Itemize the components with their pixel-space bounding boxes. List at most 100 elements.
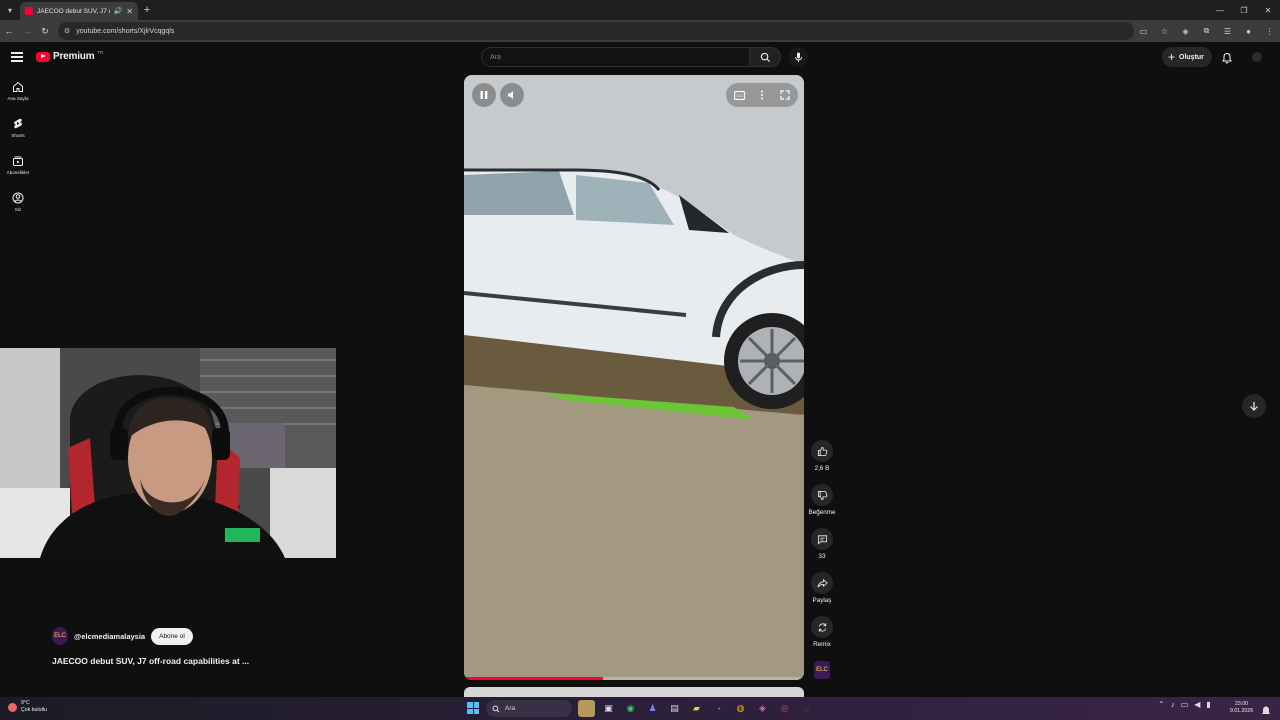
discord-app-icon[interactable]: ◈ (754, 700, 771, 717)
task-view-icon[interactable]: ▣ (600, 700, 617, 717)
share-icon (817, 578, 828, 587)
dislike-button[interactable] (811, 484, 833, 506)
notification-center-icon[interactable] (1262, 703, 1270, 720)
mic-tray-icon[interactable]: ♪ (1171, 700, 1175, 709)
create-label: Oluştur (1179, 53, 1204, 61)
obs-app-icon[interactable]: ◌ (798, 700, 815, 717)
account-avatar[interactable] (1252, 52, 1262, 62)
tab-audio-icon[interactable]: 🔊 (114, 7, 123, 15)
channel-row: ELC @elcmediamalaysia Abone ol (52, 627, 193, 645)
create-button[interactable]: + Oluştur (1162, 47, 1212, 67)
remix-button[interactable] (811, 616, 833, 638)
recording-app-icon[interactable]: ◎ (776, 700, 793, 717)
temperature: 9°C (21, 700, 30, 706)
svg-text:CC: CC (736, 93, 742, 98)
notepad-app-icon[interactable]: ▤ (666, 700, 683, 717)
browser-toolbar-icons: ▭ ☆ ◈ ⧉ ☰ ● ⋮ (1133, 20, 1280, 42)
sidebar-item-you[interactable]: Siz (0, 187, 36, 224)
plus-icon: + (1168, 49, 1176, 64)
window-controls: — ❐ ✕ (1208, 0, 1280, 20)
clock-time: 23:00 (1235, 701, 1249, 707)
dislike-action: Beğenme (806, 484, 838, 516)
streamer-webcam-image (0, 348, 336, 558)
remix-label: Remix (813, 641, 831, 648)
brand-label: Premium (53, 51, 95, 62)
more-options-icon[interactable] (760, 90, 764, 100)
shorts-video-player[interactable]: CC (464, 75, 804, 680)
widgets-app-icon[interactable] (578, 700, 595, 717)
notifications-button[interactable] (1221, 51, 1233, 69)
reload-icon[interactable]: ↻ (36, 20, 54, 42)
tab-search-icon[interactable]: ▾ (0, 0, 20, 20)
forward-icon[interactable]: → (18, 20, 36, 42)
reading-list-icon[interactable]: ☰ (1217, 27, 1238, 36)
xbox-app-icon[interactable]: ◉ (622, 700, 639, 717)
like-count: 2,6 B (814, 465, 830, 472)
sidebar-item-label: Shorts (11, 133, 25, 138)
youtube-logo[interactable]: Premium TR (36, 50, 103, 62)
new-tab-button[interactable]: + (138, 4, 156, 16)
maximize-icon[interactable]: ❐ (1232, 0, 1256, 20)
subscribe-button[interactable]: Abone ol (151, 627, 193, 645)
bookmark-star-icon[interactable]: ☆ (1154, 27, 1175, 36)
share-button[interactable] (811, 572, 833, 594)
search-icon (760, 52, 770, 62)
volume-button[interactable] (500, 83, 524, 107)
sidebar-item-label: Siz (14, 207, 22, 212)
video-progress-bar[interactable] (464, 677, 804, 680)
voice-search-button[interactable] (788, 47, 808, 67)
extensions-icon[interactable]: ⧉ (1196, 26, 1217, 36)
speaker-icon[interactable]: ◀ (1194, 700, 1200, 709)
shield-icon[interactable]: ◈ (1175, 27, 1196, 36)
teams-app-icon[interactable]: ♟ (644, 700, 661, 717)
browser-tab[interactable]: JAECOO debut SUV, J7 off- 🔊 ✕ (20, 2, 138, 20)
taskbar-search[interactable]: Ara (486, 700, 572, 717)
pause-icon (480, 91, 488, 99)
back-icon[interactable]: ← (0, 20, 18, 42)
captions-icon[interactable]: CC (733, 90, 745, 100)
battery-icon[interactable]: ▮ (1206, 700, 1210, 709)
video-progress-fill (464, 677, 604, 680)
taskbar-apps: ▣ ◉ ♟ ▤ ▰ ◔ ◍ ◈ ◎ ◌ (578, 700, 815, 717)
file-explorer-icon[interactable]: ▰ (688, 700, 705, 717)
next-short-button[interactable] (1242, 394, 1266, 418)
comments-action: 33 (806, 528, 838, 560)
close-window-icon[interactable]: ✕ (1256, 0, 1280, 20)
pause-button[interactable] (472, 83, 496, 107)
sidebar-item-home[interactable]: Ana Sayfa (0, 76, 36, 113)
search-input[interactable] (481, 47, 749, 67)
video-frame-suv (464, 75, 804, 680)
webcam-overlay (0, 348, 336, 558)
share-label: Paylaş (812, 597, 832, 604)
dislike-label: Beğenme (808, 509, 836, 516)
remix-icon (818, 622, 826, 632)
like-button[interactable] (811, 440, 833, 462)
edge-browser-icon[interactable]: ◔ (710, 700, 727, 717)
sidebar-item-shorts[interactable]: Shorts (0, 113, 36, 150)
weather-widget[interactable]: 9°C Çok bulutlu (8, 700, 47, 714)
channel-avatar[interactable]: ELC (52, 627, 68, 645)
network-icon[interactable]: ▭ (1181, 700, 1189, 709)
channel-thumbnail[interactable]: ELC (814, 661, 830, 679)
tray-overflow-icon[interactable]: ⌃ (1158, 700, 1165, 709)
notification-bell-icon (1262, 706, 1270, 714)
clock-date: 9.01.2026 (1230, 708, 1254, 714)
cast-icon[interactable]: ▭ (1133, 27, 1154, 36)
minimize-icon[interactable]: — (1208, 0, 1232, 20)
search-button[interactable] (749, 47, 781, 67)
video-title[interactable]: JAECOO debut SUV, J7 off-road capabiliti… (52, 656, 249, 666)
windows-start-icon[interactable] (467, 702, 479, 714)
sidebar-item-subscriptions[interactable]: Abonelikler (0, 150, 36, 187)
menu-icon[interactable] (11, 52, 23, 62)
next-short-preview[interactable] (464, 687, 804, 697)
taskbar-clock[interactable]: 23:00 9.01.2026 (1230, 701, 1253, 715)
browser-menu-icon[interactable]: ⋮ (1259, 27, 1280, 36)
tab-close-icon[interactable]: ✕ (126, 7, 133, 16)
fullscreen-icon[interactable] (780, 90, 790, 100)
chrome-browser-icon[interactable]: ◍ (732, 700, 749, 717)
url-field[interactable]: ⚙ youtube.com/shorts/XjlrVcqgqls (58, 22, 1134, 40)
site-info-icon[interactable]: ⚙ (64, 27, 70, 35)
comments-button[interactable] (811, 528, 833, 550)
channel-handle[interactable]: @elcmediamalaysia (74, 632, 145, 641)
profile-icon[interactable]: ● (1238, 27, 1259, 36)
